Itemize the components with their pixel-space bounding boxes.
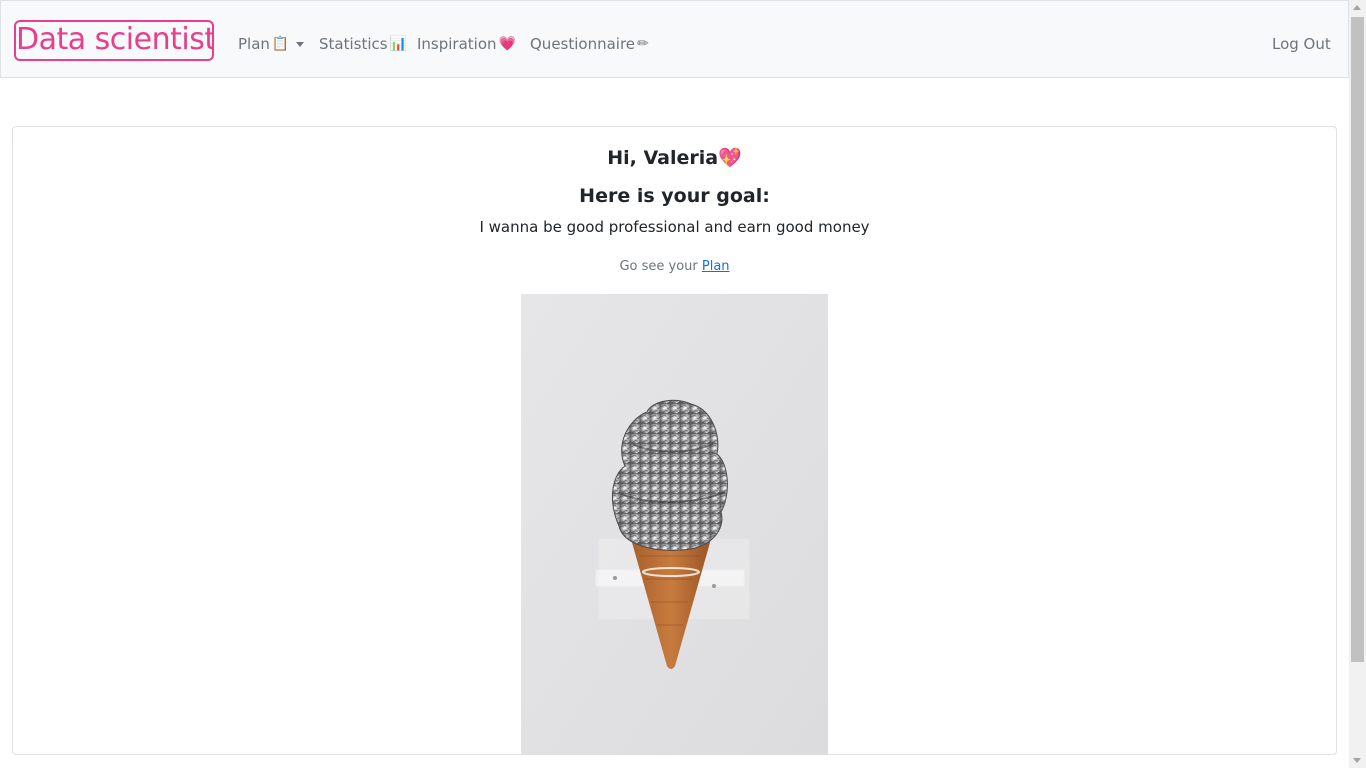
- vertical-scrollbar[interactable]: [1349, 0, 1366, 768]
- scroll-up-arrow-icon[interactable]: [1353, 5, 1361, 10]
- pencil-icon: ✏: [637, 36, 649, 52]
- ice-cream-cone-foil-image: [521, 294, 828, 755]
- sparkling-heart-icon: 💖: [718, 147, 742, 169]
- caret-down-icon: [296, 41, 305, 47]
- goal-text: I wanna be good professional and earn go…: [479, 218, 870, 236]
- plan-prompt: Go see your Plan: [13, 258, 1336, 276]
- brand-logo[interactable]: Data scientist: [14, 20, 214, 61]
- heart-icon: 💗: [498, 36, 516, 52]
- goal-card: Hi, Valeria💖 Here is your goal: I wanna …: [12, 126, 1337, 755]
- nav-plan-label: Plan: [238, 35, 270, 53]
- nav-inspiration-label: Inspiration: [417, 35, 497, 53]
- logout-link[interactable]: Log Out: [1272, 33, 1331, 55]
- plan-prompt-text: Go see your: [619, 259, 698, 274]
- inspiration-image: [521, 294, 828, 755]
- goal-title: Here is your goal:: [579, 185, 770, 207]
- nav-plan-dropdown[interactable]: Plan 📋: [238, 33, 305, 55]
- nav-inspiration[interactable]: Inspiration 💗: [417, 33, 516, 55]
- scrollbar-thumb[interactable]: [1351, 17, 1364, 662]
- nav-questionnaire-label: Questionnaire: [530, 35, 636, 53]
- nav-statistics[interactable]: Statistics 📊: [319, 33, 407, 55]
- nav-questionnaire[interactable]: Questionnaire ✏: [530, 33, 649, 55]
- greeting-heading: Hi, Valeria💖: [13, 146, 1336, 170]
- top-navbar: Data scientist Plan 📋 Statistics 📊 Inspi…: [0, 0, 1349, 78]
- greeting-text: Hi, Valeria: [607, 147, 719, 169]
- bar-chart-icon: 📊: [389, 36, 408, 52]
- plan-link[interactable]: Plan: [702, 259, 730, 274]
- nav-statistics-label: Statistics: [319, 35, 388, 53]
- clipboard-icon: 📋: [271, 36, 290, 52]
- scroll-down-arrow-icon[interactable]: [1353, 758, 1361, 763]
